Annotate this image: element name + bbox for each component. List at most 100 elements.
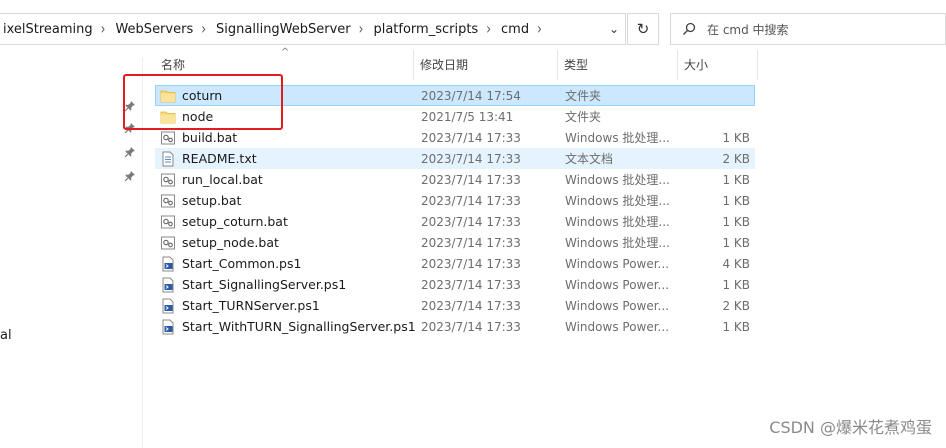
file-name-cell: Start_SignallingServer.ps1	[160, 277, 346, 293]
file-row[interactable]: Start_SignallingServer.ps1 2023/7/14 17:3…	[155, 274, 755, 295]
file-size: 1 KB	[722, 277, 750, 292]
batch-file-icon	[160, 235, 176, 251]
file-name-cell: Start_TURNServer.ps1	[160, 298, 320, 314]
search-box[interactable]: 在 cmd 中搜索	[670, 13, 946, 45]
file-name: run_local.bat	[182, 172, 263, 187]
file-row[interactable]: build.bat 2023/7/14 17:33 Windows 批处理... 1 …	[155, 127, 755, 148]
file-type: 文件夹	[565, 110, 602, 124]
watermark: CSDN @爆米花煮鸡蛋	[769, 418, 932, 437]
file-name-cell: setup_node.bat	[160, 235, 279, 251]
file-name-cell: run_local.bat	[160, 172, 263, 188]
chevron-right-icon[interactable]: ›	[95, 20, 112, 38]
file-name-cell: Start_WithTURN_SignallingServer.ps1	[160, 319, 416, 335]
navigation-pane[interactable]: al	[0, 58, 143, 448]
file-modified-date: 2021/7/5 13:41	[421, 109, 514, 124]
file-row[interactable]: setup_coturn.bat 2023/7/14 17:33 Windows 批…	[155, 211, 755, 232]
file-row[interactable]: setup.bat 2023/7/14 17:33 Windows 批处理... 1 …	[155, 190, 755, 211]
file-name-cell: node	[160, 109, 213, 125]
breadcrumb-item[interactable]: SignallingWebServer	[212, 22, 353, 37]
file-size: 4 KB	[722, 256, 750, 271]
file-modified-date: 2023/7/14 17:33	[421, 277, 521, 292]
file-name: README.txt	[182, 151, 257, 166]
file-row[interactable]: node 2021/7/5 13:41 文件夹	[155, 106, 755, 127]
column-label: 类型	[564, 58, 589, 72]
file-row[interactable]: Start_TURNServer.ps1 2023/7/14 17:33 Windo…	[155, 295, 755, 316]
powershell-file-icon	[160, 319, 176, 335]
file-row[interactable]: setup_node.bat 2023/7/14 17:33 Windows 批处理…	[155, 232, 755, 253]
folder-icon	[160, 109, 176, 125]
column-header-date[interactable]: 修改日期	[414, 50, 558, 80]
chevron-down-icon[interactable]: ⌄	[609, 22, 619, 36]
file-name-cell: Start_Common.ps1	[160, 256, 301, 272]
file-size: 1 KB	[722, 319, 750, 334]
column-header-type[interactable]: 类型	[558, 50, 678, 80]
column-label: 名称	[161, 58, 186, 72]
refresh-icon: ↻	[636, 20, 650, 38]
file-row[interactable]: Start_Common.ps1 2023/7/14 17:33 Windows P…	[155, 253, 755, 274]
chevron-right-icon[interactable]: ›	[531, 20, 548, 38]
breadcrumb-item[interactable]: cmd	[497, 22, 531, 37]
file-row[interactable]: Start_WithTURN_SignallingServer.ps1 2023/…	[155, 316, 755, 337]
file-modified-date: 2023/7/14 17:54	[421, 88, 521, 103]
file-size: 1 KB	[722, 214, 750, 229]
file-row[interactable]: README.txt 2023/7/14 17:33 文本文档 2 KB	[155, 148, 755, 169]
file-size: 1 KB	[722, 193, 750, 208]
search-icon	[671, 22, 707, 36]
file-modified-date: 2023/7/14 17:33	[421, 256, 521, 271]
batch-file-icon	[160, 193, 176, 209]
column-header-name[interactable]: 名称	[155, 50, 414, 80]
file-size: 2 KB	[722, 298, 750, 313]
file-modified-date: 2023/7/14 17:33	[421, 151, 521, 166]
batch-file-icon	[160, 130, 176, 146]
file-type: 文本文档	[565, 152, 614, 166]
file-type: Windows 批处理...	[565, 131, 670, 145]
file-modified-date: 2023/7/14 17:33	[421, 319, 521, 334]
file-type: Windows 批处理...	[565, 236, 670, 250]
search-input[interactable]: 在 cmd 中搜索	[707, 21, 789, 38]
address-bar[interactable]: ixelStreaming › WebServers › SignallingW…	[0, 13, 626, 45]
breadcrumb-item[interactable]: ixelStreaming	[0, 22, 95, 37]
file-name-cell: README.txt	[160, 151, 257, 167]
file-size: 1 KB	[722, 172, 750, 187]
file-modified-date: 2023/7/14 17:33	[421, 214, 521, 229]
file-name: Start_WithTURN_SignallingServer.ps1	[182, 319, 416, 334]
file-list: coturn 2023/7/14 17:54 文件夹 node 2021/7/5 13:…	[155, 85, 755, 337]
file-name: build.bat	[182, 130, 238, 145]
file-size: 1 KB	[722, 130, 750, 145]
chevron-right-icon[interactable]: ›	[480, 20, 497, 38]
file-size: 2 KB	[722, 151, 750, 166]
text-file-icon	[160, 151, 176, 167]
file-type: Windows Power...	[565, 256, 670, 271]
file-type: Windows 批处理...	[565, 194, 670, 208]
refresh-button[interactable]: ↻	[627, 13, 659, 45]
powershell-file-icon	[160, 277, 176, 293]
file-name: Start_Common.ps1	[182, 256, 302, 271]
column-label: 大小	[684, 58, 709, 72]
batch-file-icon	[160, 172, 176, 188]
pin-icon	[124, 122, 136, 134]
breadcrumb-item[interactable]: WebServers	[111, 22, 195, 37]
column-headers: ^ 名称 修改日期 类型 大小	[143, 48, 763, 80]
file-type: 文件夹	[565, 89, 602, 103]
file-type: Windows Power...	[565, 298, 670, 313]
chevron-right-icon[interactable]: ›	[195, 20, 212, 38]
chevron-right-icon[interactable]: ›	[353, 20, 370, 38]
file-modified-date: 2023/7/14 17:33	[421, 130, 521, 145]
file-type: Windows 批处理...	[565, 173, 670, 187]
file-row[interactable]: run_local.bat 2023/7/14 17:33 Windows 批处理.…	[155, 169, 755, 190]
nav-item-label[interactable]: al	[0, 328, 12, 343]
file-name-cell: build.bat	[160, 130, 237, 146]
file-name: Start_TURNServer.ps1	[182, 298, 320, 313]
file-size: 1 KB	[722, 235, 750, 250]
file-modified-date: 2023/7/14 17:33	[421, 172, 521, 187]
column-label: 修改日期	[420, 58, 469, 72]
file-type: Windows Power...	[565, 277, 670, 292]
column-header-size[interactable]: 大小	[678, 50, 758, 80]
file-name: setup_coturn.bat	[182, 214, 288, 229]
breadcrumb-item[interactable]: platform_scripts	[369, 22, 480, 37]
batch-file-icon	[160, 214, 176, 230]
file-row[interactable]: coturn 2023/7/14 17:54 文件夹	[155, 85, 755, 106]
file-name: setup.bat	[182, 193, 242, 208]
folder-icon	[160, 88, 176, 104]
pin-icon	[124, 170, 136, 182]
